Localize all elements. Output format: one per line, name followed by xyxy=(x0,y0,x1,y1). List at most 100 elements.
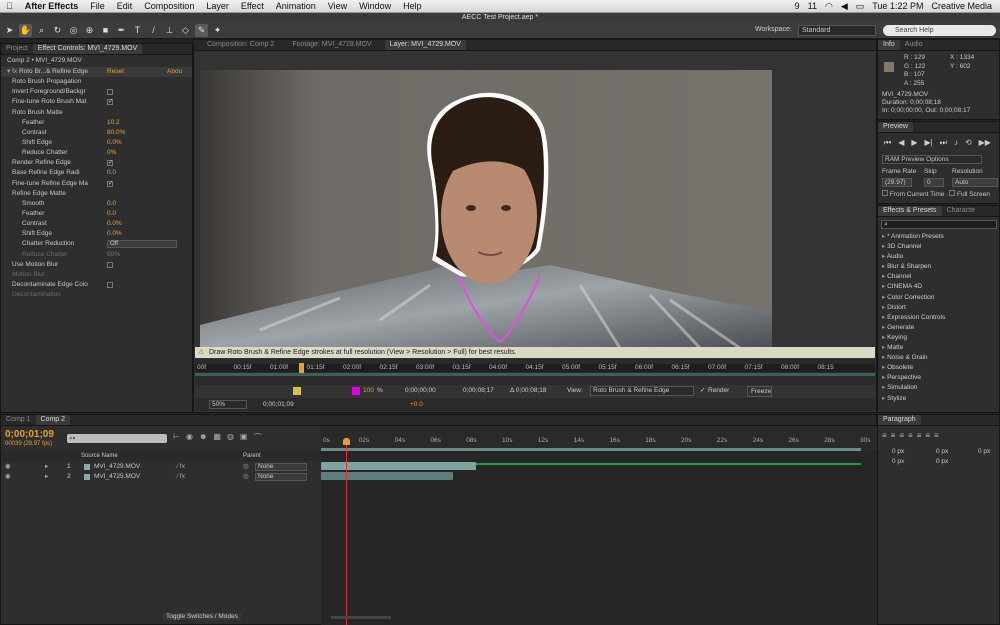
layer-1-bar[interactable] xyxy=(321,462,476,470)
first-frame-icon[interactable]: ⏮ xyxy=(884,138,891,148)
view-select[interactable]: Roto Brush & Refine Edge xyxy=(590,386,694,396)
property-checkbox[interactable] xyxy=(107,281,113,288)
effect-property-row[interactable]: Contrast 0.0% xyxy=(1,219,192,229)
menu-animation[interactable]: Animation xyxy=(270,1,322,11)
tab-effects-presets[interactable]: Effects & Presets xyxy=(878,206,942,216)
property-value[interactable]: 0% xyxy=(107,148,116,158)
reset-button[interactable]: Reset xyxy=(107,67,124,77)
ram-preview-icon[interactable]: ▶▶ xyxy=(979,138,991,148)
parent-select[interactable]: None xyxy=(255,473,307,481)
layer-2-bar[interactable] xyxy=(321,472,453,480)
resolution-select[interactable]: Auto xyxy=(952,178,998,187)
skip-select[interactable]: 0 xyxy=(924,178,944,187)
effect-property-row[interactable]: Decontaminate Edge Colo xyxy=(1,280,192,290)
layer-time-ruler[interactable]: 00f 00:15f 01:00f 01:15f 02:00f 02:15f 03:00f 0… xyxy=(195,359,875,385)
effect-category[interactable]: Simulation xyxy=(878,383,999,393)
roto-brush-tool-icon[interactable]: ✎ xyxy=(195,23,208,37)
property-checkbox[interactable]: ✓ xyxy=(107,180,113,187)
prev-frame-icon[interactable]: ◀ xyxy=(898,138,904,148)
zoom-tool-icon[interactable]: ⌕ xyxy=(35,24,48,37)
video-toggle-icon[interactable]: ◉ xyxy=(5,462,11,472)
effect-property-row[interactable]: Reduce Chatter 0% xyxy=(1,148,192,158)
effect-property-row[interactable]: Decontamination xyxy=(1,290,192,300)
tab-layer[interactable]: Layer: MVI_4729.MOV xyxy=(384,40,466,50)
about-button[interactable]: Abou xyxy=(167,67,182,77)
eraser-tool-icon[interactable]: ◇ xyxy=(179,24,192,37)
effect-category[interactable]: Blur & Sharpen xyxy=(878,262,999,272)
indent-right-value[interactable]: 0 px xyxy=(936,447,948,457)
apple-icon[interactable]:  xyxy=(0,1,19,11)
effect-category[interactable]: Stylize xyxy=(878,394,999,404)
work-area-range[interactable] xyxy=(321,448,861,451)
effect-category[interactable]: Obsolete xyxy=(878,363,999,373)
effect-property-row[interactable]: Refine Edge Matte xyxy=(1,189,192,199)
search-help-input[interactable]: Search Help xyxy=(883,25,996,36)
effect-property-row[interactable]: Fine-tune Roto Brush Mat ✓ xyxy=(1,97,192,107)
align-right-icon[interactable]: ≡ xyxy=(899,431,904,440)
property-checkbox[interactable]: ✓ xyxy=(107,160,113,167)
video-toggle-icon[interactable]: ◉ xyxy=(5,472,11,482)
layer-row[interactable]: ◉ ▸ 1 MVI_4729.MOV ⁄ fx ◎ None xyxy=(1,462,321,472)
camera-tool-icon[interactable]: ◎ xyxy=(67,24,80,37)
effect-property-row[interactable]: Feather 0.0 xyxy=(1,209,192,219)
hand-tool-icon[interactable]: ✋ xyxy=(19,23,32,37)
property-checkbox[interactable]: ✓ xyxy=(107,99,113,106)
effect-property-row[interactable]: Contrast 80.0% xyxy=(1,128,192,138)
full-screen-checkbox[interactable] xyxy=(949,190,956,196)
effect-property-row[interactable]: Roto Brush Propagation xyxy=(1,77,192,87)
pickwhip-icon[interactable]: ◎ xyxy=(243,472,249,482)
tab-effect-controls[interactable]: Effect Controls: MVI_4729.MOV xyxy=(32,44,143,54)
current-time-display[interactable]: 0;00;01;09 xyxy=(263,398,294,411)
effect-category[interactable]: Color Correction xyxy=(878,293,999,303)
layer-name[interactable]: MVI_4725.MOV xyxy=(94,472,140,482)
tab-comp-2[interactable]: Comp 2 xyxy=(35,415,71,425)
type-tool-icon[interactable]: T xyxy=(131,24,144,37)
justify-all-icon[interactable]: ≡ xyxy=(934,431,939,440)
effect-row[interactable]: ▾ fx Roto Br...& Refine Edge Reset Abou xyxy=(1,67,192,78)
layer-switches[interactable]: ⁄ fx xyxy=(177,462,185,472)
space-after-value[interactable]: 0 px xyxy=(936,457,948,467)
tab-audio[interactable]: Audio xyxy=(900,40,928,50)
render-checkbox[interactable]: ✓ xyxy=(700,385,705,397)
justify-left-icon[interactable]: ≡ xyxy=(908,431,913,440)
effect-property-row[interactable]: Shift Edge 0.0% xyxy=(1,138,192,148)
last-frame-icon[interactable]: ⏭ xyxy=(940,138,947,148)
tab-info[interactable]: Info xyxy=(878,40,900,50)
effect-category[interactable]: Keying xyxy=(878,333,999,343)
graph-editor-icon[interactable]: ⌒ xyxy=(253,432,261,443)
in-point-time[interactable]: 0;00;00;00 xyxy=(405,385,436,397)
property-checkbox[interactable] xyxy=(107,261,113,268)
property-value[interactable]: 0.0 xyxy=(107,168,116,178)
effects-search-input[interactable]: ⌕ xyxy=(881,220,997,229)
property-value[interactable]: 0.0 xyxy=(107,199,116,209)
property-checkbox[interactable] xyxy=(107,89,113,96)
work-area-bar[interactable] xyxy=(195,373,875,376)
pan-behind-tool-icon[interactable]: ⊕ xyxy=(83,24,96,37)
frame-blending-icon[interactable]: ▦ xyxy=(213,432,221,443)
effect-property-row[interactable]: Reduce Chatter 50% xyxy=(1,250,192,260)
tab-comp-1[interactable]: Comp 1 xyxy=(1,415,36,425)
tab-preview[interactable]: Preview xyxy=(878,122,913,132)
expand-arrow-icon[interactable]: ▸ xyxy=(45,462,48,472)
effect-property-row[interactable]: Render Refine Edge ✓ xyxy=(1,158,192,168)
clock[interactable]: Tue 1:22 PM xyxy=(872,1,923,11)
fx-icon[interactable]: ▾ fx xyxy=(7,68,19,75)
brush-tool-icon[interactable]: / xyxy=(147,24,160,37)
draft-3d-icon[interactable]: ◉ xyxy=(186,432,193,443)
tab-footage[interactable]: Footage: MVI_4728.MOV xyxy=(287,40,376,50)
status-badge-1[interactable]: 9 xyxy=(795,1,800,11)
pickwhip-icon[interactable]: ◎ xyxy=(243,462,249,472)
menu-window[interactable]: Window xyxy=(353,1,397,11)
loop-icon[interactable]: ⟲ xyxy=(965,138,972,148)
effect-category[interactable]: Distort xyxy=(878,303,999,313)
tab-project[interactable]: Project xyxy=(1,44,33,54)
menu-help[interactable]: Help xyxy=(397,1,428,11)
effect-category[interactable]: 3D Channel xyxy=(878,242,999,252)
effect-category[interactable]: Perspective xyxy=(878,373,999,383)
zoom-percent[interactable]: 100 xyxy=(363,385,374,397)
playhead-marker[interactable] xyxy=(299,363,304,373)
property-value[interactable]: 0.0 xyxy=(107,209,116,219)
comp-mini-flowchart-icon[interactable]: ⊢ xyxy=(173,432,180,443)
zoom-select[interactable]: 50% xyxy=(209,400,247,409)
current-time-head[interactable] xyxy=(343,438,350,445)
